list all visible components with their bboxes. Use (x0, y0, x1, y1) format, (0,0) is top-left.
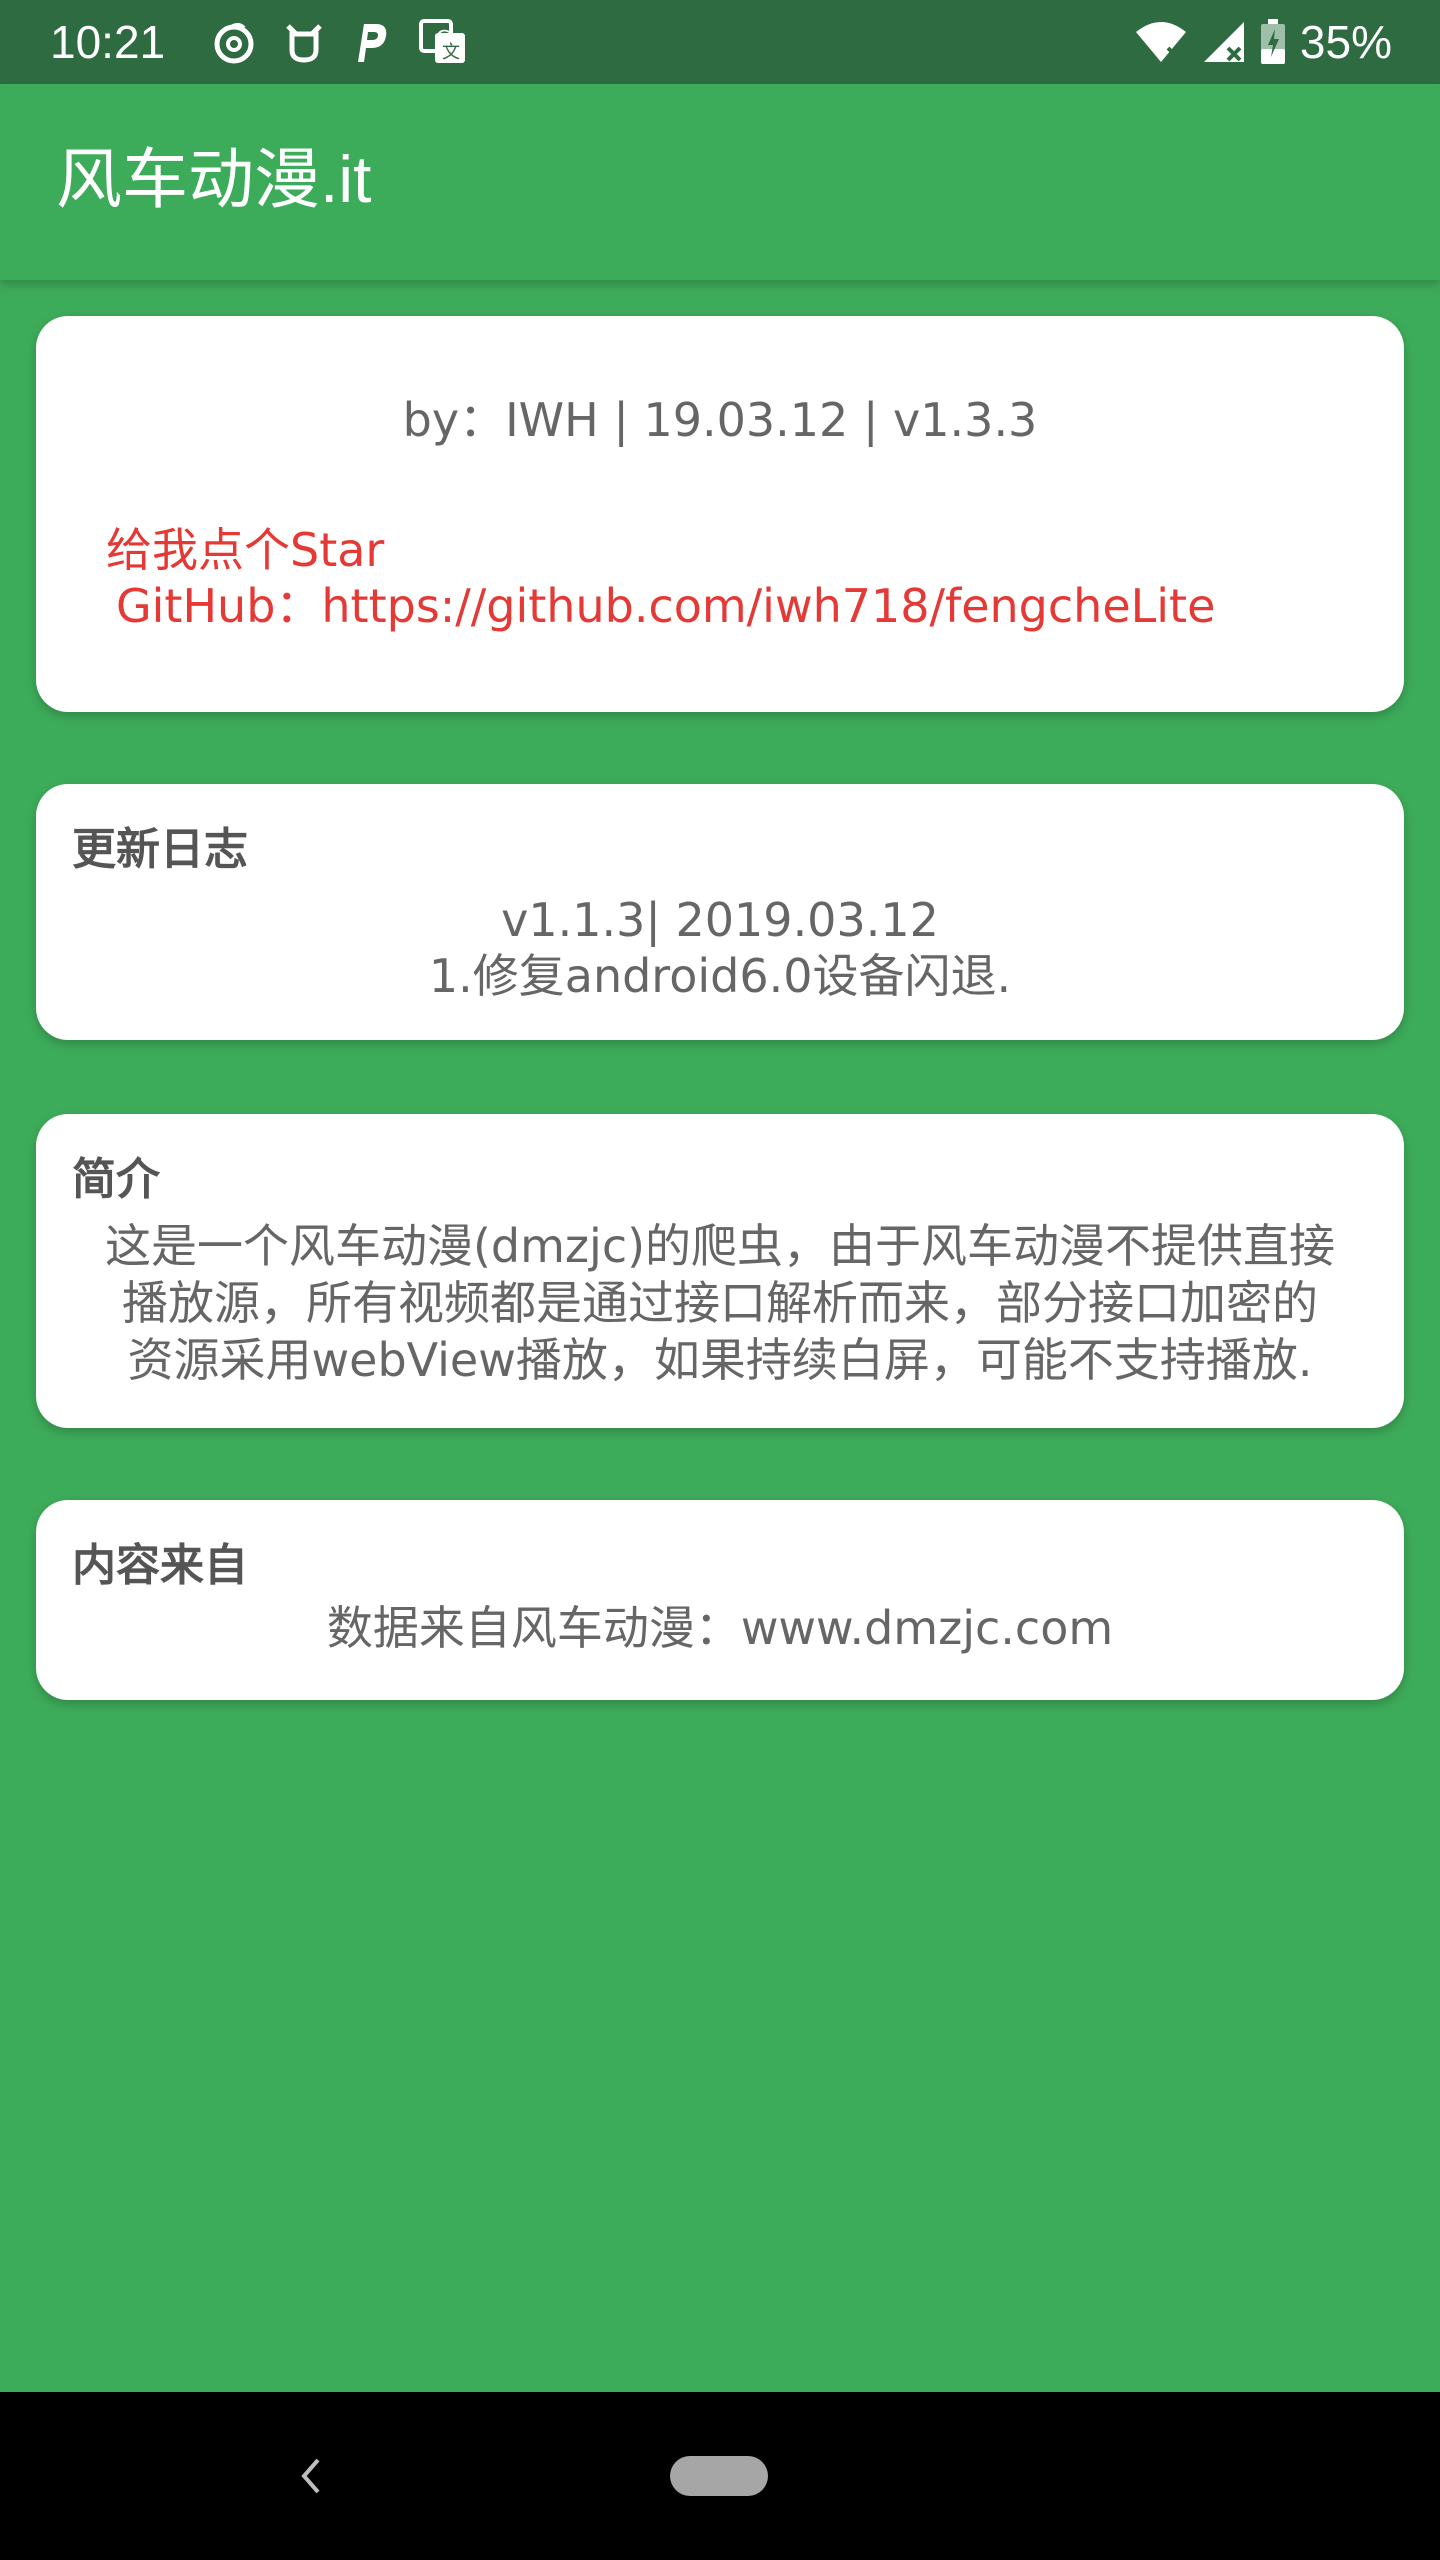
github-link[interactable]: 给我点个Star GitHub：https://github.com/iwh71… (106, 522, 1215, 634)
cell-signal-icon (1203, 22, 1244, 62)
netease-music-icon (214, 23, 254, 64)
star-request-text[interactable]: 给我点个Star (106, 522, 1215, 578)
changelog-title: 更新日志 (72, 824, 248, 875)
app-title: 风车动漫.it (56, 142, 372, 216)
source-title: 内容来自 (72, 1540, 248, 1591)
changelog-entry: 1.修复android6.0设备闪退. (428, 949, 1012, 1003)
paypal-icon (358, 24, 387, 62)
source-card: 内容来自 数据来自风车动漫：www.dmzjc.com (36, 1500, 1404, 1700)
changelog-card: 更新日志 v1.1.3| 2019.03.12 1.修复android6.0设备… (36, 784, 1404, 1040)
author-version-line: by：IWH | 19.03.12 | v1.3.3 (402, 393, 1038, 447)
navigation-bar (0, 2392, 1440, 2560)
status-bar: 10:21 G 文 35% (0, 0, 1440, 84)
app-bar: 风车动漫.it (0, 84, 1440, 280)
status-system-icons: 35% (1134, 14, 1392, 70)
about-card: by：IWH | 19.03.12 | v1.3.3 给我点个Star GitH… (36, 316, 1404, 712)
intro-title: 简介 (72, 1154, 160, 1205)
status-time: 10:21 (50, 16, 166, 68)
github-url-text[interactable]: GitHub：https://github.com/iwh718/fengche… (106, 578, 1215, 634)
intro-line: 资源采用webView播放，如果持续白屏，可能不支持播放. (127, 1333, 1313, 1387)
notification-app-icon (286, 24, 322, 63)
status-notification-icons: G 文 (212, 14, 468, 70)
changelog-version: v1.1.3| 2019.03.12 (501, 893, 939, 947)
intro-line: 播放源，所有视频都是通过接口解析而来，部分接口加密的 (122, 1276, 1318, 1330)
battery-icon (1260, 19, 1285, 64)
translate-icon: G 文 (419, 19, 465, 63)
battery-percent: 35% (1299, 16, 1392, 68)
intro-card: 简介 这是一个风车动漫(dmzjc)的爬虫，由于风车动漫不提供直接 播放源，所有… (36, 1114, 1404, 1428)
intro-line: 这是一个风车动漫(dmzjc)的爬虫，由于风车动漫不提供直接 (104, 1219, 1336, 1273)
svg-text:文: 文 (442, 42, 460, 63)
home-pill-button[interactable] (670, 2456, 768, 2496)
wifi-icon (1135, 22, 1186, 62)
back-icon[interactable] (296, 2454, 326, 2498)
source-text: 数据来自风车动漫：www.dmzjc.com (326, 1601, 1114, 1655)
intro-text: 这是一个风车动漫(dmzjc)的爬虫，由于风车动漫不提供直接 播放源，所有视频都… (72, 1218, 1368, 1389)
